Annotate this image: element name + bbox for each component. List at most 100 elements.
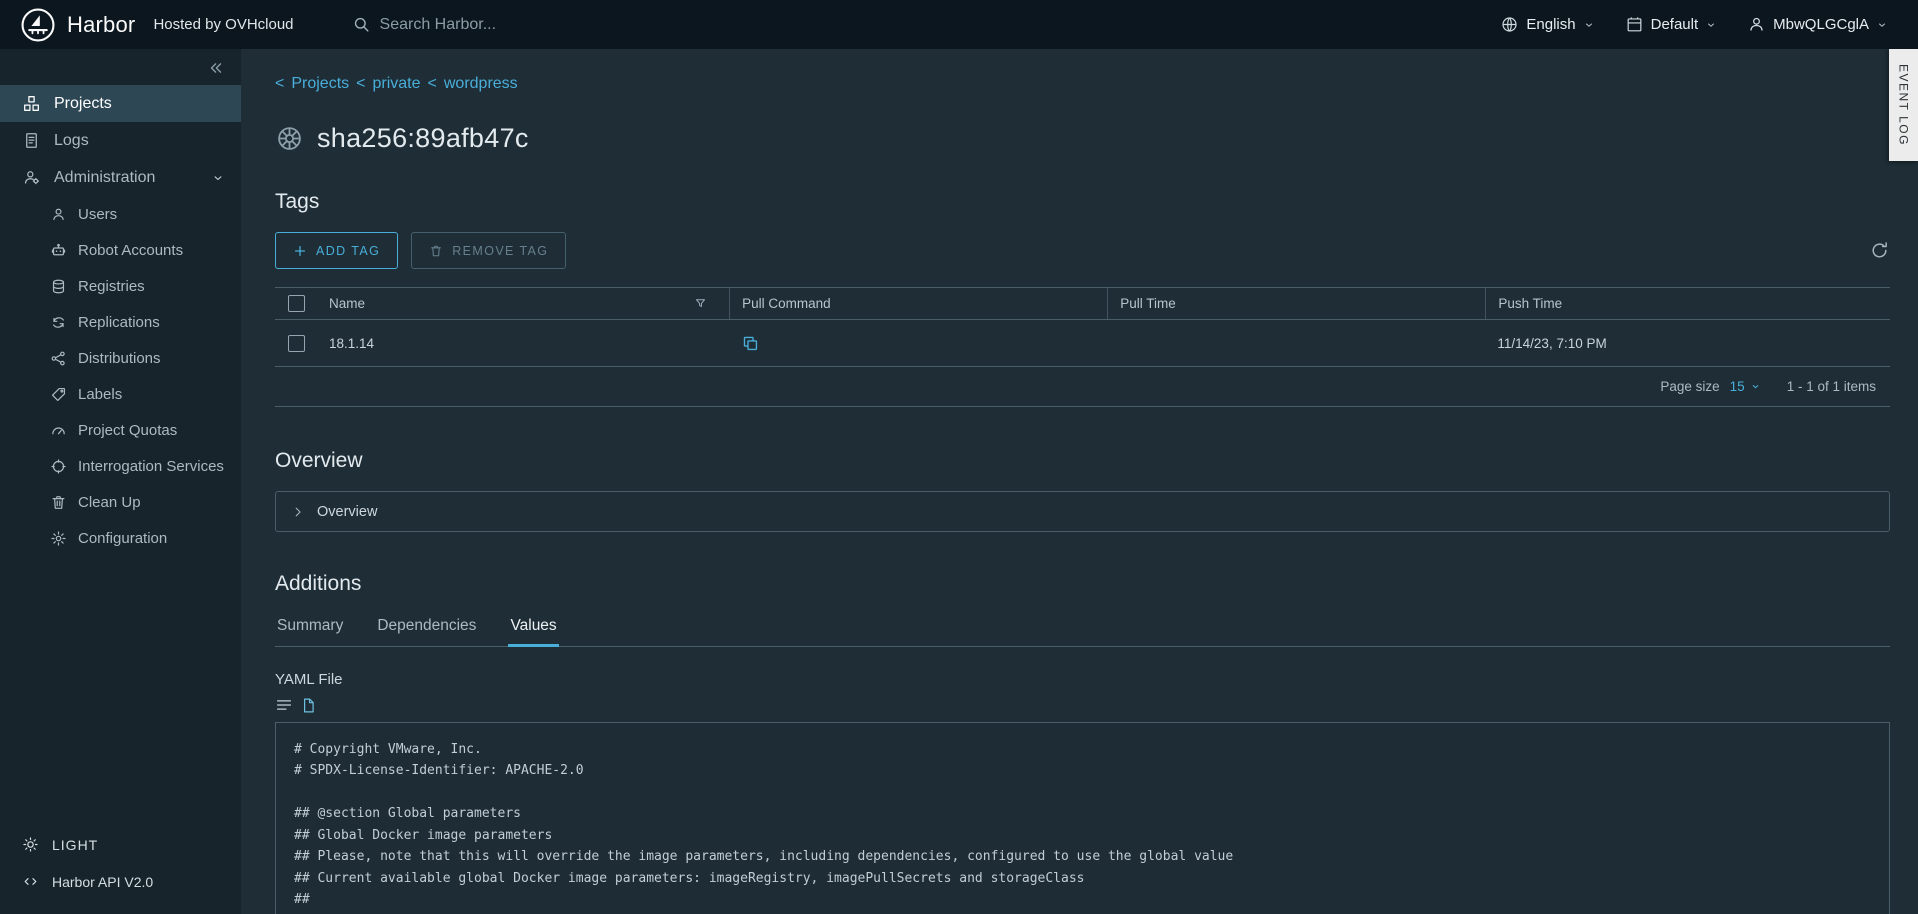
page-size-value: 15 bbox=[1730, 379, 1745, 394]
breadcrumb-separator: < bbox=[275, 75, 284, 93]
projects-icon bbox=[22, 94, 41, 113]
theme-toggle-light[interactable]: LIGHT bbox=[0, 826, 241, 863]
language-label: English bbox=[1526, 16, 1575, 33]
sidebar-item-interrogation-services[interactable]: Interrogation Services bbox=[0, 448, 241, 484]
api-icon bbox=[22, 873, 39, 890]
tags-table: Name Pull Command Pull Time Push Time 18… bbox=[275, 287, 1890, 407]
sidebar-item-project-quotas[interactable]: Project Quotas bbox=[0, 412, 241, 448]
harbor-api-link[interactable]: Harbor API V2.0 bbox=[0, 863, 241, 900]
plus-icon bbox=[293, 244, 307, 258]
theme-toggle-label: LIGHT bbox=[52, 837, 98, 853]
sidebar-item-label: Users bbox=[78, 206, 117, 223]
list-icon bbox=[275, 696, 293, 714]
scanner-icon bbox=[50, 458, 67, 475]
overview-accordion[interactable]: Overview bbox=[275, 491, 1890, 532]
username-label: MbwQLGCglA bbox=[1773, 16, 1869, 33]
tag-icon bbox=[50, 386, 67, 403]
sidebar-item-clean-up[interactable]: Clean Up bbox=[0, 484, 241, 520]
sidebar-item-labels[interactable]: Labels bbox=[0, 376, 241, 412]
breadcrumb-link-private[interactable]: private bbox=[372, 75, 420, 93]
brand-name: Harbor bbox=[67, 12, 135, 38]
tab-dependencies[interactable]: Dependencies bbox=[375, 610, 478, 647]
artifact-title-row: sha256:89afb47c bbox=[275, 123, 1890, 154]
column-header-pull-time: Pull Time bbox=[1120, 296, 1176, 311]
add-tag-button[interactable]: ADD TAG bbox=[275, 232, 398, 269]
row-checkbox[interactable] bbox=[288, 335, 305, 352]
items-range-label: 1 - 1 of 1 items bbox=[1787, 379, 1876, 394]
tab-values[interactable]: Values bbox=[508, 610, 558, 647]
sidebar-item-robot-accounts[interactable]: Robot Accounts bbox=[0, 232, 241, 268]
column-header-push-time: Push Time bbox=[1498, 296, 1562, 311]
breadcrumb-separator: < bbox=[428, 75, 437, 93]
tags-toolbar: ADD TAG REMOVE TAG bbox=[275, 232, 1890, 269]
chevron-down-icon bbox=[211, 171, 225, 185]
breadcrumb-link-wordpress[interactable]: wordpress bbox=[444, 75, 518, 93]
sidebar-item-replications[interactable]: Replications bbox=[0, 304, 241, 340]
header-actions: English Default MbwQLGCglA bbox=[1500, 15, 1888, 34]
add-tag-label: ADD TAG bbox=[316, 244, 380, 258]
chevron-down-icon bbox=[1876, 19, 1888, 31]
page-title: sha256:89afb47c bbox=[317, 123, 529, 154]
chevron-down-icon bbox=[1705, 19, 1717, 31]
select-all-checkbox[interactable] bbox=[288, 295, 305, 312]
copy-pull-command-button[interactable] bbox=[741, 334, 760, 353]
yaml-tools bbox=[275, 696, 1890, 714]
api-version-label: Harbor API V2.0 bbox=[52, 874, 153, 890]
users-icon bbox=[50, 206, 67, 223]
page-size-select[interactable]: 15 bbox=[1730, 379, 1761, 394]
tab-summary[interactable]: Summary bbox=[275, 610, 345, 647]
breadcrumb-link-projects[interactable]: Projects bbox=[291, 75, 349, 93]
sidebar-collapse-button[interactable] bbox=[207, 59, 225, 77]
administration-icon bbox=[22, 168, 41, 187]
sidebar: Projects Logs Administration Users bbox=[0, 49, 241, 914]
harbor-logo-icon bbox=[20, 7, 56, 43]
share-icon bbox=[50, 350, 67, 367]
yaml-list-view-button[interactable] bbox=[275, 696, 293, 714]
sidebar-item-label: Logs bbox=[54, 132, 89, 150]
tags-heading: Tags bbox=[275, 190, 1890, 214]
filter-icon[interactable] bbox=[694, 297, 707, 310]
refresh-button[interactable] bbox=[1869, 240, 1890, 261]
sidebar-item-projects[interactable]: Projects bbox=[0, 85, 241, 122]
theme-dropdown[interactable]: Default bbox=[1625, 15, 1718, 34]
sidebar-item-registries[interactable]: Registries bbox=[0, 268, 241, 304]
helm-chart-icon bbox=[275, 124, 304, 153]
sidebar-item-label: Robot Accounts bbox=[78, 242, 183, 259]
remove-tag-button[interactable]: REMOVE TAG bbox=[411, 232, 566, 269]
sidebar-item-label: Replications bbox=[78, 314, 160, 331]
sidebar-item-label: Projects bbox=[54, 95, 112, 113]
sidebar-item-logs[interactable]: Logs bbox=[0, 122, 241, 159]
copy-icon bbox=[741, 334, 760, 353]
sidebar-item-users[interactable]: Users bbox=[0, 196, 241, 232]
refresh-icon bbox=[1869, 240, 1890, 261]
push-time-cell: 11/14/23, 7:10 PM bbox=[1497, 336, 1606, 351]
user-menu[interactable]: MbwQLGCglA bbox=[1747, 15, 1888, 34]
sidebar-item-label: Labels bbox=[78, 386, 122, 403]
chevron-right-icon bbox=[291, 505, 305, 519]
header-search bbox=[352, 15, 680, 34]
event-log-tab[interactable]: EVENT LOG bbox=[1889, 49, 1918, 161]
logs-icon bbox=[22, 131, 41, 150]
globe-icon bbox=[1500, 15, 1519, 34]
yaml-file-view-button[interactable] bbox=[300, 697, 317, 714]
column-header-name: Name bbox=[329, 296, 365, 311]
double-chevron-left-icon bbox=[207, 59, 225, 77]
table-footer: Page size 15 1 - 1 of 1 items bbox=[275, 366, 1890, 407]
sidebar-item-distributions[interactable]: Distributions bbox=[0, 340, 241, 376]
file-icon bbox=[300, 697, 317, 714]
remove-tag-label: REMOVE TAG bbox=[452, 244, 548, 258]
sidebar-item-label: Clean Up bbox=[78, 494, 141, 511]
database-icon bbox=[50, 278, 67, 295]
harbor-home-link[interactable]: Harbor bbox=[20, 7, 135, 43]
search-input[interactable] bbox=[380, 16, 680, 34]
sidebar-item-label: Configuration bbox=[78, 530, 167, 547]
sidebar-item-administration[interactable]: Administration bbox=[0, 159, 241, 196]
sidebar-item-configuration[interactable]: Configuration bbox=[0, 520, 241, 556]
sidebar-item-label: Distributions bbox=[78, 350, 161, 367]
sidebar-nav: Projects Logs Administration Users bbox=[0, 85, 241, 556]
additions-heading: Additions bbox=[275, 572, 1890, 596]
language-dropdown[interactable]: English bbox=[1500, 15, 1594, 34]
tag-name-cell: 18.1.14 bbox=[329, 336, 374, 351]
sidebar-footer: LIGHT Harbor API V2.0 bbox=[0, 826, 241, 914]
calendar-icon bbox=[1625, 15, 1644, 34]
